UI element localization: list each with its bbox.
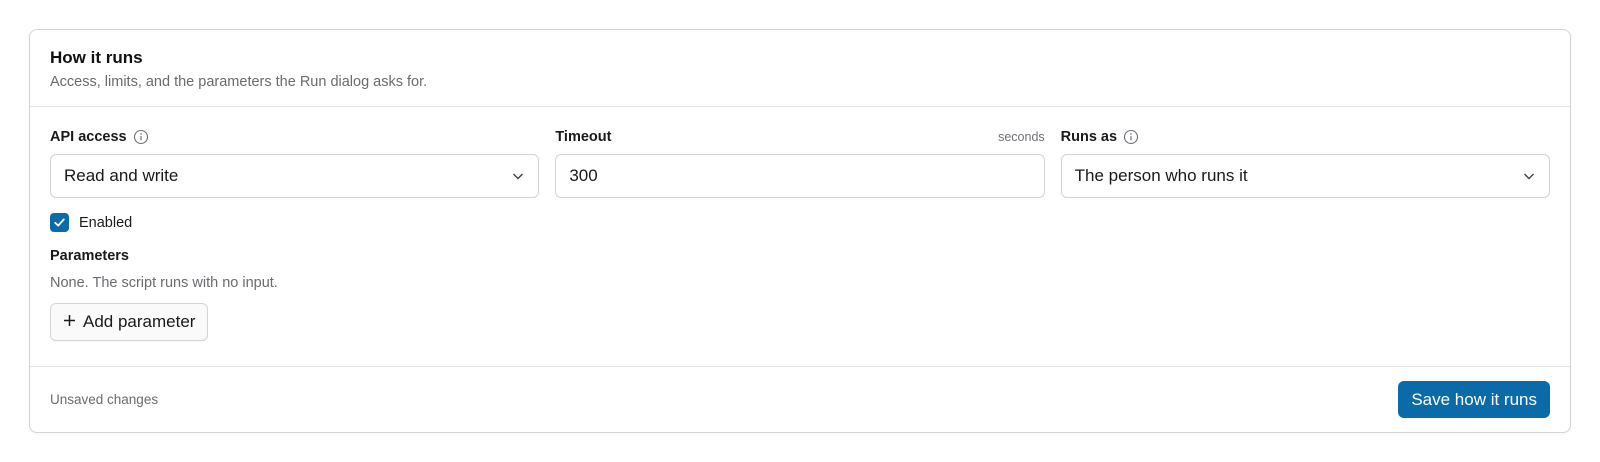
api-access-field: API access Read and write xyxy=(50,127,540,198)
parameters-title: Parameters xyxy=(50,248,129,264)
api-access-label: API access xyxy=(50,129,127,145)
timeout-label: Timeout xyxy=(555,129,612,145)
info-icon[interactable] xyxy=(133,129,149,145)
api-access-select[interactable]: Read and write xyxy=(50,154,540,198)
how-it-runs-card: How it runs Access, limits, and the para… xyxy=(29,29,1571,433)
info-icon[interactable] xyxy=(1123,129,1139,145)
runs-as-value: The person who runs it xyxy=(1074,166,1248,185)
api-access-label-row: API access xyxy=(50,127,539,147)
timeout-label-row: Timeout seconds xyxy=(555,127,1044,147)
runs-as-select[interactable]: The person who runs it xyxy=(1060,154,1550,198)
checkmark-icon xyxy=(54,218,65,227)
section-subtitle: Access, limits, and the parameters the R… xyxy=(50,74,428,90)
card-footer: Unsaved changes Save how it runs xyxy=(30,366,1570,432)
settings-fields-row: API access Read and write Timeout second… xyxy=(50,127,1550,198)
section-title: How it runs xyxy=(50,48,143,67)
save-button[interactable]: Save how it runs xyxy=(1398,381,1550,418)
card-body: API access Read and write Timeout second… xyxy=(30,107,1570,364)
timeout-field: Timeout seconds xyxy=(555,127,1045,198)
enabled-checkbox[interactable] xyxy=(50,213,69,232)
card-header: How it runs Access, limits, and the para… xyxy=(30,30,1570,107)
add-parameter-button[interactable]: Add parameter xyxy=(50,303,209,341)
api-access-value: Read and write xyxy=(64,166,179,185)
timeout-unit: seconds xyxy=(998,130,1045,144)
timeout-input-wrapper xyxy=(555,154,1045,198)
enabled-label: Enabled xyxy=(79,214,133,231)
runs-as-label: Runs as xyxy=(1060,129,1118,145)
chevron-down-icon xyxy=(1522,169,1536,183)
add-parameter-label: Add parameter xyxy=(83,312,196,331)
runs-as-field: Runs as The person who runs it xyxy=(1060,127,1550,198)
plus-icon xyxy=(63,312,76,332)
enabled-toggle[interactable]: Enabled xyxy=(50,213,132,232)
runs-as-label-row: Runs as xyxy=(1061,127,1550,147)
unsaved-status: Unsaved changes xyxy=(50,392,159,407)
chevron-down-icon xyxy=(511,169,525,183)
parameters-empty-text: None. The script runs with no input. xyxy=(50,275,278,291)
timeout-input[interactable] xyxy=(569,166,1031,186)
